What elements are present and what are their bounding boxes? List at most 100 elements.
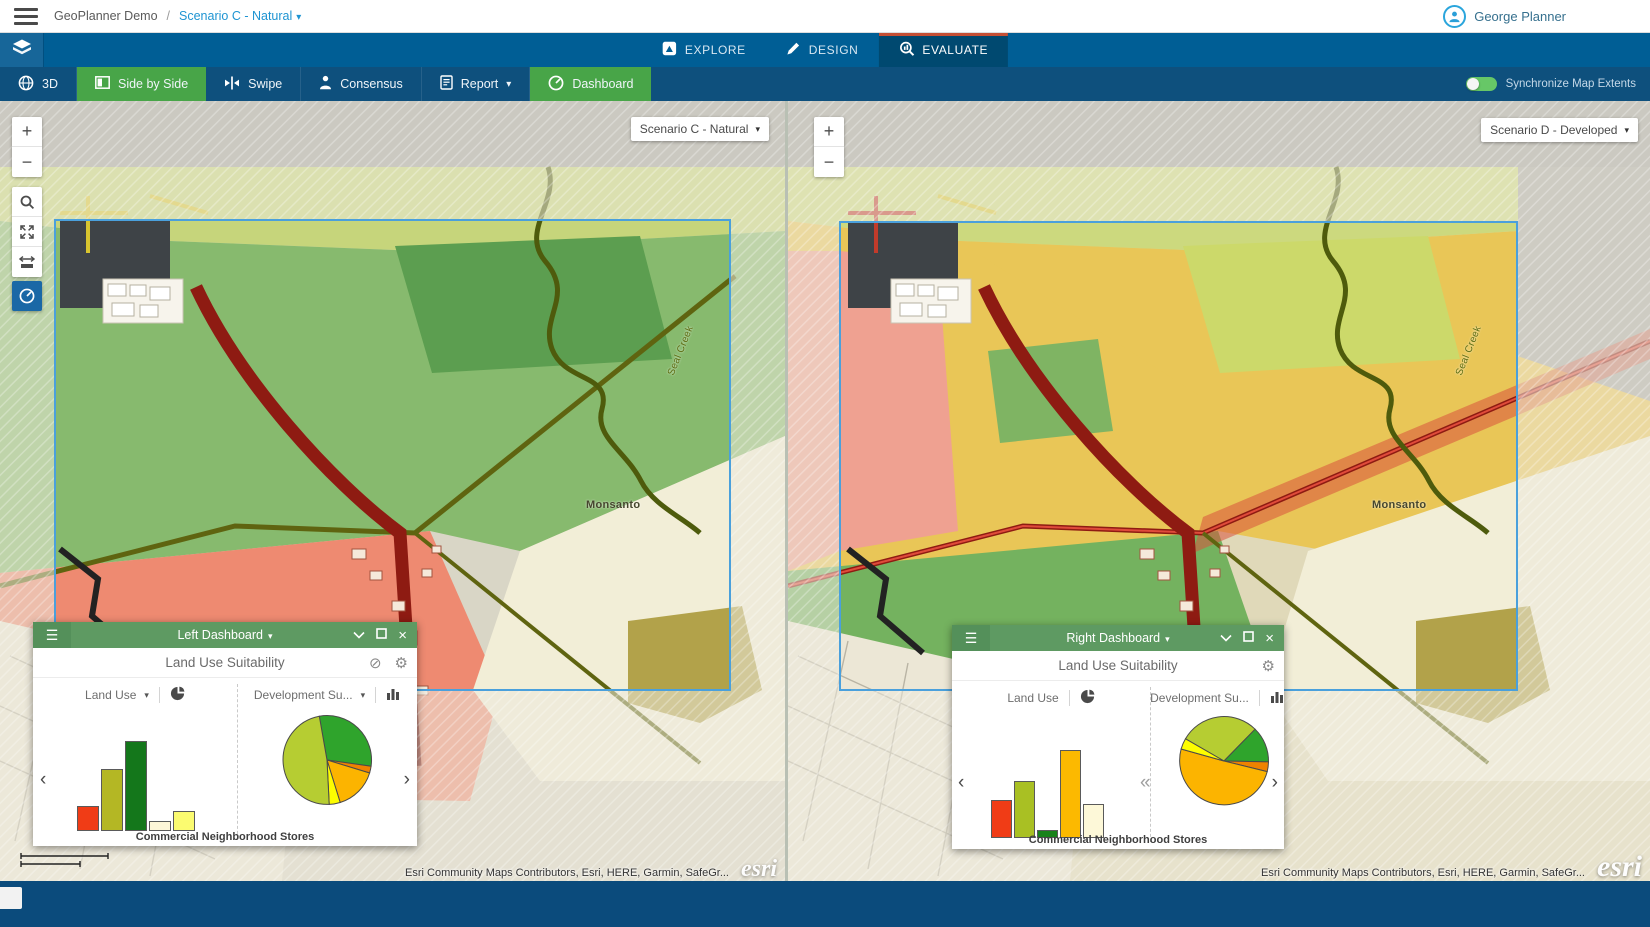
panel-selector[interactable]: Land Use [85,688,136,702]
widget-title: Land Use Suitability [165,655,284,670]
development-pie-chart[interactable] [281,714,373,811]
app-title: GeoPlanner Demo [54,9,158,23]
right-map-pane[interactable]: Monsanto Seal Creek + − Scenario D - Dev… [788,101,1650,881]
close-icon[interactable]: × [398,628,407,643]
bottom-bar [0,881,1650,927]
scenario-breadcrumb-link[interactable]: Scenario C - Natural▾ [179,9,301,23]
bar-segment [149,821,171,831]
tab-design[interactable]: DESIGN [766,33,879,67]
panel-selector[interactable]: Development Su... [254,688,353,702]
swipe-button[interactable]: Swipe [206,67,301,101]
tab-explore[interactable]: EXPLORE [642,33,766,67]
maximize-icon[interactable] [376,626,387,644]
panel-page-right-chevron[interactable]: › [1272,773,1278,792]
gear-icon[interactable]: ⚙ [1262,657,1275,675]
synchronize-map-extents-label: Synchronize Map Extents [1506,78,1636,90]
land-use-bar-chart[interactable] [991,750,1104,838]
evaluate-toolbar: 3D Side by Side Swipe Consensus Report ▾… [0,67,1650,101]
3d-button[interactable]: 3D [0,67,77,101]
top-bar: GeoPlanner Demo / Scenario C - Natural▾ … [0,0,1650,33]
right-dashboard-window[interactable]: ☰ Right Dashboard▾ × Land Use Suitabilit… [952,625,1284,849]
gear-icon[interactable]: ⚙ [395,654,408,672]
collapse-icon[interactable] [353,626,365,644]
tab-evaluate[interactable]: EVALUATE [878,33,1008,67]
panel-selector[interactable]: Development Su... [1150,691,1249,705]
user-avatar-icon [1443,5,1466,28]
esri-logo: esri [1597,855,1642,879]
panel-page-left-chevron[interactable]: ‹ [40,770,46,789]
close-icon[interactable]: × [1265,631,1274,646]
development-suitability-panel: Development Su... [1150,681,1284,848]
left-dashboard-window[interactable]: ☰ Left Dashboard▾ × Land Use Suitability… [33,622,417,846]
expand-extent-button[interactable] [12,217,42,247]
land-use-bar-chart[interactable] [77,741,195,831]
zoom-in-button[interactable]: + [12,117,42,147]
bar-segment [101,769,123,831]
bar-chart-icon[interactable] [386,688,400,703]
consensus-button[interactable]: Consensus [301,67,422,101]
timeline-expand-button[interactable] [0,887,22,909]
gauge-icon [19,288,35,304]
layers-button[interactable] [0,33,44,67]
side-by-side-icon [95,76,110,92]
chart-subtitle: Commercial Neighborhood Stores [33,831,417,843]
esri-logo: esri [741,860,777,879]
right-dashboard-header[interactable]: ☰ Right Dashboard▾ × [952,625,1284,651]
widget-title-row: Land Use Suitability ⊘ ⚙ [33,648,417,678]
bar-segment [1083,804,1104,838]
collapse-icon[interactable] [1220,629,1232,647]
bar-segment [77,806,99,831]
land-use-panel: Land Use [952,681,1150,848]
visibility-off-icon[interactable]: ⊘ [369,654,382,672]
caret-down-icon: ▾ [268,631,273,641]
caret-down-icon: ▾ [144,690,149,701]
right-dashboard-body: Land Use Development Su... ‹ [952,681,1284,848]
left-zoom-control: + − [12,117,42,177]
development-pie-chart[interactable] [1178,715,1270,812]
attribution-text: Esri Community Maps Contributors, Esri, … [1261,867,1585,879]
search-button[interactable] [12,187,42,217]
user-name: George Planner [1474,9,1566,24]
caret-down-icon: ▾ [361,690,366,701]
zoom-in-button[interactable]: + [814,117,844,147]
app-menu-icon[interactable] [14,8,38,25]
maximize-icon[interactable] [1243,629,1254,647]
measure-button[interactable] [12,247,42,277]
caret-down-icon: ▾ [506,79,511,90]
dashboard-tool-button-active[interactable] [12,281,42,311]
globe-icon [18,75,34,94]
bar-chart-icon[interactable] [1270,691,1284,706]
user-menu[interactable]: George Planner [1443,5,1566,28]
panel-page-left-chevron[interactable]: ‹ [958,773,964,792]
left-map-pane[interactable]: Monsanto Seal Creek + − Scenario C - Nat… [0,101,785,881]
pie-chart-icon[interactable] [1080,689,1095,707]
dashboard-menu-icon[interactable]: ☰ [33,622,71,648]
chart-subtitle: Commercial Neighborhood Stores [952,834,1284,846]
left-scenario-selector[interactable]: Scenario C - Natural▾ [631,117,769,141]
synchronize-map-extents-toggle[interactable] [1466,77,1497,91]
panel-selector[interactable]: Land Use [1007,691,1058,705]
zoom-out-button[interactable]: − [12,147,42,177]
dashboard-button[interactable]: Dashboard [530,67,651,101]
zoom-out-button[interactable]: − [814,147,844,177]
layers-icon [12,39,32,61]
panel-page-right-chevron[interactable]: › [404,770,410,789]
bar-segment [1060,750,1081,838]
pie-chart-icon[interactable] [170,686,185,704]
map-label-monsanto: Monsanto [586,499,640,511]
map-comparison-area: Monsanto Seal Creek + − Scenario C - Nat… [0,101,1650,881]
panel-collapse-double-chevron[interactable]: « [1140,773,1151,792]
right-attribution: Esri Community Maps Contributors, Esri, … [1261,855,1642,879]
dashboard-menu-icon[interactable]: ☰ [952,625,990,651]
left-dashboard-header[interactable]: ☰ Left Dashboard▾ × [33,622,417,648]
right-scenario-selector[interactable]: Scenario D - Developed▾ [1481,118,1638,142]
land-use-panel: Land Use ▾ [33,678,237,845]
report-button[interactable]: Report ▾ [422,67,531,101]
caret-down-icon: ▾ [296,12,301,23]
swipe-arrows-icon [224,76,240,93]
side-by-side-button[interactable]: Side by Side [77,67,206,101]
caret-down-icon: ▾ [1624,125,1629,136]
evaluate-chart-magnifier-icon [898,41,914,60]
bar-segment [173,811,195,831]
bar-segment [125,741,147,831]
